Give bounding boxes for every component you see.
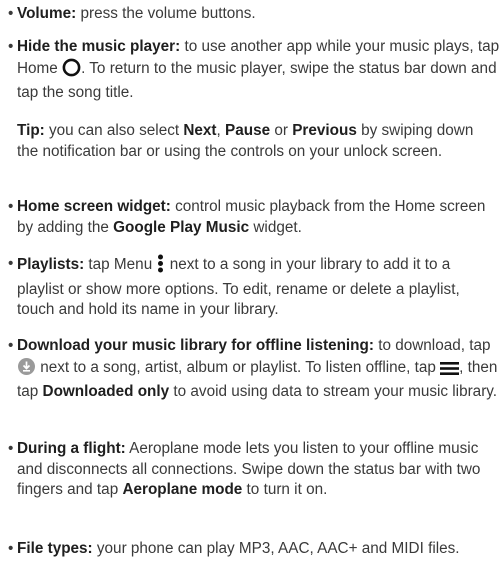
item-text: to avoid using data to stream your music… <box>169 383 498 400</box>
item-text: tap Menu <box>84 256 157 273</box>
list-item-volume: • Volume: press the volume buttons. <box>8 4 500 25</box>
list-item-download: • Download your music library for offlin… <box>8 336 500 403</box>
list-item-flight: • During a flight: Aeroplane mode lets y… <box>8 439 500 501</box>
item-text: . To return to the music player, swipe t… <box>17 59 497 102</box>
item-text: widget. <box>249 218 302 236</box>
tip-text: or <box>270 122 293 139</box>
bullet: • <box>8 255 14 272</box>
item-bold: Aeroplane mode <box>122 481 243 498</box>
list-item-hide-player: • Hide the music player: to use another … <box>8 37 500 104</box>
tip-bold-next: Next <box>183 122 217 139</box>
item-text: next to a song, artist, album or playlis… <box>36 358 441 376</box>
item-text: your phone can play MP3, AAC, AAC+ and M… <box>92 540 460 557</box>
tip-bold-previous: Previous <box>292 122 357 139</box>
bullet: • <box>8 198 14 215</box>
item-text: press the volume buttons. <box>76 5 256 22</box>
item-title: Volume: <box>17 5 77 22</box>
tip-paragraph: Tip: you can also select Next, Pause or … <box>17 121 487 162</box>
list-item-file-types: • File types: your phone can play MP3, A… <box>8 539 500 560</box>
tip-text: , <box>216 122 226 139</box>
item-title: File types: <box>17 540 93 557</box>
tip-label: Tip: <box>17 122 45 139</box>
list-item-home-widget: • Home screen widget: control music play… <box>8 197 500 238</box>
item-title: Playlists: <box>17 256 85 273</box>
bullet: • <box>8 38 14 55</box>
item-title: Download your music library for offline … <box>17 337 374 354</box>
hamburger-menu-icon <box>440 361 460 383</box>
tip-bold-pause: Pause <box>225 122 271 139</box>
bullet: • <box>8 540 14 557</box>
bullet: • <box>8 5 14 22</box>
item-bold: Downloaded only <box>42 383 170 400</box>
item-bold: Google Play Music <box>113 218 250 236</box>
item-text: to download, tap <box>373 337 491 354</box>
manual-page: • Volume: press the volume buttons. • Hi… <box>0 0 503 582</box>
list-item-playlists: • Playlists: tap Menu next to a song in … <box>8 254 500 321</box>
item-title: Home screen widget: <box>17 198 171 215</box>
home-circle-icon <box>62 58 81 84</box>
item-title: Hide the music player: <box>17 38 181 55</box>
item-title: During a flight: <box>17 440 126 457</box>
tip-text: you can also select <box>44 122 184 139</box>
download-icon <box>17 357 36 383</box>
bullet: • <box>8 337 14 354</box>
item-text: to turn it on. <box>242 481 328 498</box>
bullet: • <box>8 440 14 457</box>
